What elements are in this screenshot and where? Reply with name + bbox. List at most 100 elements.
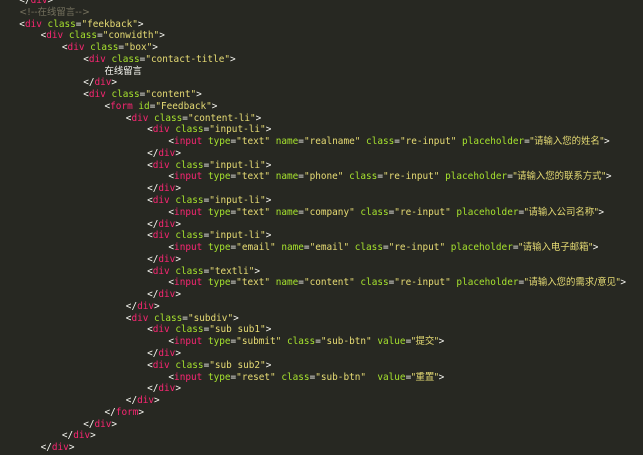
code-line[interactable]: </div>	[0, 383, 643, 395]
tag-name: form	[110, 100, 133, 112]
attribute-name: name	[275, 171, 299, 183]
attribute-value: "submit"	[236, 336, 282, 348]
code-editor[interactable]: </div> <!--在线留言--> <div class="feekback"> <…	[0, 0, 643, 455]
tag-name: div	[73, 430, 91, 442]
code-line[interactable]: <div class="content-li">	[0, 113, 643, 125]
tag-name: div	[131, 112, 149, 124]
code-line[interactable]: <input type="reset" class="sub-btn" valu…	[0, 372, 643, 384]
attribute-name: value	[377, 371, 406, 383]
code-line[interactable]: </div>	[0, 77, 643, 89]
code-line[interactable]: </div>	[0, 0, 643, 7]
code-line[interactable]: <input type="text" name="content" class=…	[0, 277, 643, 289]
code-line[interactable]: <input type="text" name="realname" class…	[0, 136, 643, 148]
code-line[interactable]: </div>	[0, 254, 643, 266]
punctuation: >	[154, 395, 160, 407]
attribute-name: placeholder	[445, 171, 508, 183]
code-line[interactable]: </div>	[0, 395, 643, 407]
code-line[interactable]: </div>	[0, 148, 643, 160]
code-line[interactable]: </div>	[0, 430, 643, 442]
punctuation: >	[47, 0, 54, 6]
code-line[interactable]: <div class="input-li">	[0, 230, 643, 242]
punctuation: >	[265, 324, 272, 336]
punctuation: >	[255, 112, 262, 124]
punctuation: >	[175, 289, 181, 301]
code-line[interactable]: <div class="subdiv">	[0, 313, 643, 325]
punctuation: >	[265, 359, 272, 371]
code-line[interactable]: <input type="text" name="company" class=…	[0, 207, 643, 219]
attribute-name: class	[175, 195, 204, 207]
tag-name: div	[94, 418, 112, 430]
attribute-name: type	[207, 336, 231, 348]
punctuation: </	[147, 147, 159, 159]
code-line[interactable]: </div>	[0, 301, 643, 313]
punctuation: </	[104, 406, 116, 418]
attribute-value: "sub sub2"	[209, 359, 266, 371]
code-line[interactable]: <input type="submit" class="sub-btn" val…	[0, 336, 643, 348]
tag-name: div	[30, 0, 48, 6]
attribute-name: placeholder	[456, 277, 519, 289]
punctuation: >	[598, 206, 605, 218]
attribute-name: class	[354, 242, 383, 254]
attribute-name: placeholder	[456, 206, 519, 218]
code-line[interactable]: <div class="box">	[0, 42, 643, 54]
punctuation: >	[230, 53, 236, 65]
attribute-value: "realname"	[303, 136, 361, 148]
attribute-value: "请输入公司名称"	[524, 206, 599, 218]
attribute-name: class	[90, 42, 119, 54]
attribute-value: "contact-title"	[145, 53, 230, 65]
code-line[interactable]: <div class="contact-title">	[0, 54, 643, 66]
tag-name: div	[158, 183, 176, 195]
code-area[interactable]: </div> <!--在线留言--> <div class="feekback"> <…	[0, 0, 643, 454]
code-line[interactable]: <!--在线留言-->	[0, 7, 643, 19]
code-line[interactable]: <div class="sub sub2">	[0, 360, 643, 372]
tag-name: div	[94, 77, 112, 89]
punctuation: >	[604, 136, 610, 148]
attribute-value: "re-input"	[399, 136, 457, 148]
code-line[interactable]: 在线留言	[0, 66, 643, 78]
code-line[interactable]: <input type="text" name="phone" class="r…	[0, 171, 643, 183]
code-line[interactable]: <div class="input-li">	[0, 195, 643, 207]
code-line[interactable]: <div class="input-li">	[0, 160, 643, 172]
attribute-name: value	[377, 336, 406, 348]
attribute-name: type	[207, 136, 231, 148]
code-line[interactable]: </div>	[0, 289, 643, 301]
attribute-value: "reset"	[236, 371, 276, 383]
attribute-value: "提交"	[411, 336, 439, 348]
code-line[interactable]: <div class="content">	[0, 89, 643, 101]
code-line[interactable]: </div>	[0, 419, 643, 431]
code-line[interactable]: <div class="input-li">	[0, 124, 643, 136]
code-line[interactable]: <div class="sub sub1">	[0, 324, 643, 336]
attribute-value: "textli"	[209, 265, 255, 277]
code-line[interactable]: </div>	[0, 442, 643, 454]
attribute-value: "text"	[236, 206, 271, 218]
tag-name: input	[174, 206, 203, 218]
code-line[interactable]: </div>	[0, 219, 643, 231]
punctuation: >	[175, 383, 181, 395]
tag-name: div	[152, 359, 170, 371]
comment: <!--在线留言-->	[19, 6, 90, 18]
punctuation: >	[254, 265, 261, 277]
attribute-name: type	[207, 206, 231, 218]
attribute-name: type	[207, 171, 231, 183]
code-line[interactable]: <div class="feekback">	[0, 19, 643, 31]
code-line[interactable]: <form id="Feedback">	[0, 101, 643, 113]
code-line[interactable]: <input type="email" name="email" class="…	[0, 242, 643, 254]
code-line[interactable]: </form>	[0, 407, 643, 419]
code-line[interactable]: </div>	[0, 348, 643, 360]
punctuation: >	[265, 195, 272, 207]
attribute-value: "input-li"	[209, 159, 266, 171]
attribute-name: class	[366, 136, 395, 148]
code-line[interactable]: <div class="conwidth">	[0, 30, 643, 42]
attribute-value: "text"	[236, 136, 271, 148]
code-line[interactable]: <div class="textli">	[0, 266, 643, 278]
code-line[interactable]: </div>	[0, 183, 643, 195]
attribute-name: placeholder	[462, 136, 525, 148]
punctuation: </	[147, 218, 159, 230]
punctuation: </	[19, 0, 31, 6]
punctuation: </	[147, 289, 159, 301]
tag-name: form	[115, 406, 139, 418]
attribute-name: class	[175, 359, 204, 371]
punctuation: >	[265, 230, 272, 242]
punctuation	[366, 372, 377, 383]
punctuation: >	[265, 159, 272, 171]
